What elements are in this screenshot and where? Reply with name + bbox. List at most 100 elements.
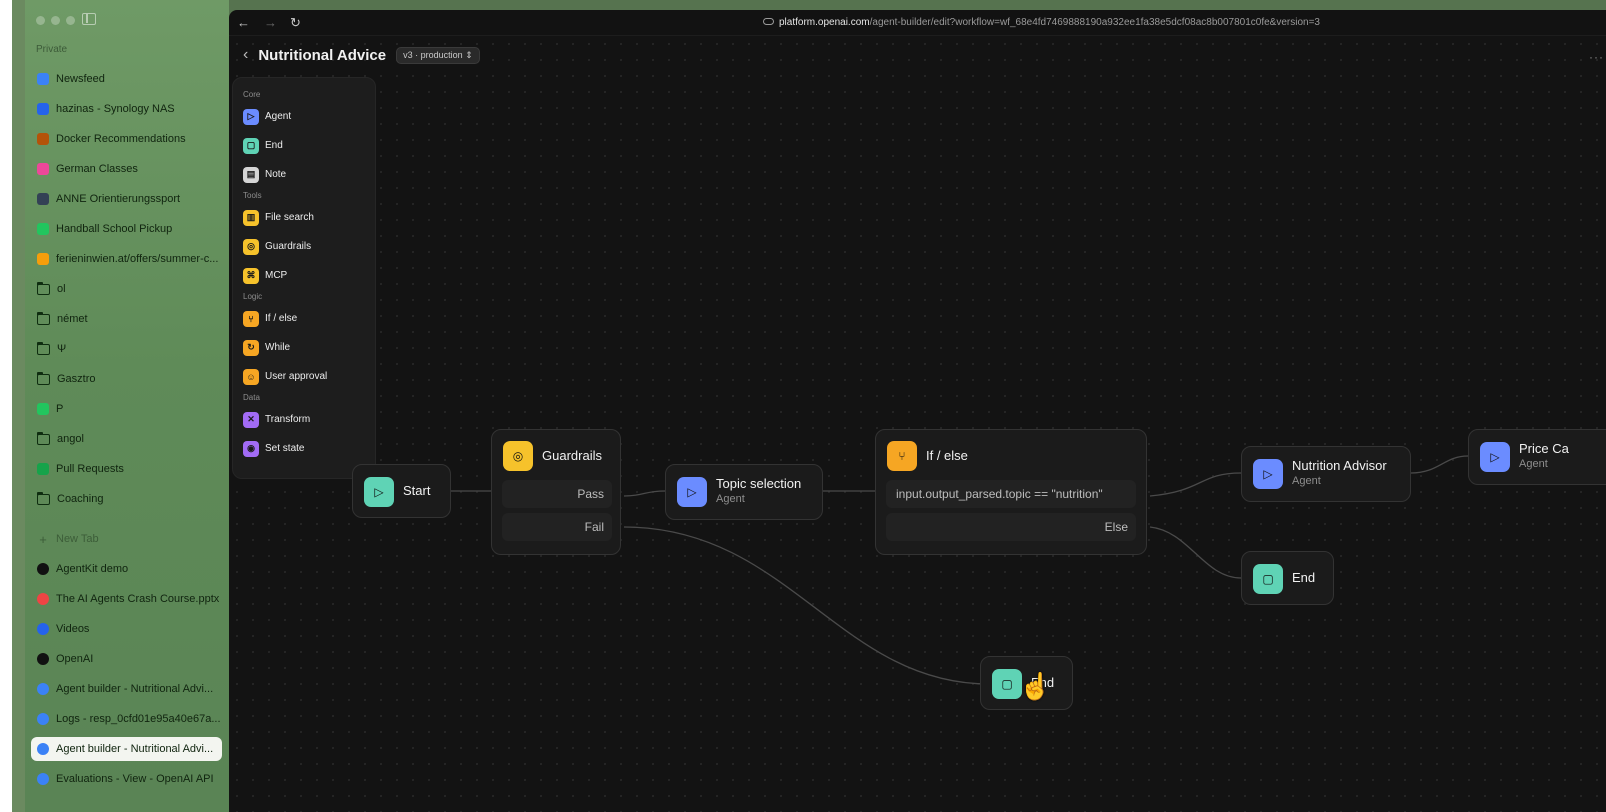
sidebar-tab[interactable]: Ψ [31,337,222,361]
if-else-node[interactable]: ⑂ If / else input.output_parsed.topic ==… [875,429,1147,555]
palette-item[interactable]: ◉ Set state [243,434,375,463]
while-icon: ↻ [243,339,259,356]
palette-item[interactable]: ✕ Transform [243,405,375,434]
nutrition-advisor-subtitle: Agent [1292,475,1321,487]
palette-item-label: MCP [265,270,288,281]
sidebar-tab[interactable]: hazinas - Synology NAS [31,97,222,121]
edge-else-end [1149,526,1242,579]
set-state-icon: ◉ [243,440,259,457]
sidebar-tab[interactable]: angol [31,427,222,451]
synology-icon [37,103,49,115]
zoom-window-button[interactable] [66,16,75,25]
section-label-private: Private [36,44,68,55]
sidebar-tab-label: Newsfeed [56,73,105,85]
if-condition-branch[interactable]: input.output_parsed.topic == "nutrition" [886,480,1136,508]
plus-icon: + [39,531,47,547]
sidebar-tab[interactable]: Newsfeed [31,67,222,91]
reload-icon[interactable]: ↻ [290,15,301,31]
sidebar-tab-label: ferieninwien.at/offers/summer-c... [56,253,219,265]
sidebar-tab[interactable]: ferieninwien.at/offers/summer-c... [31,247,222,271]
folder-icon [36,371,50,385]
url-path: /agent-builder/edit?workflow=wf_68e4fd74… [869,17,1320,28]
nutrition-advisor-node[interactable]: ▷ Nutrition Advisor Agent [1241,446,1411,502]
sidebar-tab[interactable]: Logs - resp_0cfd01e95a40e67a... [31,707,222,731]
palette-item[interactable]: ⌘ MCP [243,261,375,290]
videos-icon [37,623,49,635]
sidebar-tab[interactable]: Coaching [31,487,222,511]
topic-selection-node[interactable]: ▷ Topic selection Agent [665,464,823,520]
back-arrow-icon[interactable]: ← [237,15,250,30]
end-node-else-title: End [1292,570,1316,585]
if-else-title: If / else [926,448,968,463]
sidebar-tab-label: német [57,313,88,325]
palette-item-label: Note [265,169,287,180]
sidebar-tab[interactable]: ANNE Orientierungssport [31,187,222,211]
ferien-icon [37,253,49,265]
sidebar-tab-label: Evaluations - View - OpenAI API [56,773,214,785]
openai-icon [37,653,49,665]
palette-item[interactable]: ▥ File search [243,203,375,232]
sidebar-tab[interactable]: The AI Agents Crash Course.pptx [31,587,222,611]
start-node[interactable]: ▷ Start [352,464,451,518]
file-search-icon: ▥ [243,209,259,226]
folder-icon [36,491,50,505]
palette-group-label: Data [243,393,260,402]
palette-item[interactable]: ↻ While [243,333,375,362]
palette-item[interactable]: ◎ Guardrails [243,232,375,261]
workflow-canvas[interactable]: ‹ Nutritional Advice v3 · production ⇕ ·… [229,36,1606,812]
sidebar-tab[interactable]: Docker Recommendations [31,127,222,151]
sidebar-tab[interactable]: ol [31,277,222,301]
price-agent-node[interactable]: ▷ Price Ca Agent [1468,429,1606,485]
link-icon [763,18,774,25]
new-tab-button[interactable]: + New Tab [31,527,222,551]
sidebar-tab[interactable]: Gasztro [31,367,222,391]
sidebar-tab[interactable]: German Classes [31,157,222,181]
palette-item[interactable]: ⑂ If / else [243,304,375,333]
url-host: platform.openai.com [779,17,870,28]
transform-icon: ✕ [243,411,259,428]
guardrails-node[interactable]: ◎ Guardrails Pass Fail [491,429,621,555]
palette-item-label: If / else [265,313,298,324]
sidebar-tab[interactable]: Handball School Pickup [31,217,222,241]
else-branch[interactable]: Else [886,513,1136,541]
openai-platform-icon [37,773,49,785]
user-approval-icon: ☺ [243,368,259,385]
guardrails-icon: ◎ [243,238,259,255]
palette-item[interactable]: ▷ Agent [243,102,375,131]
guardrails-icon: ◎ [503,441,533,471]
german-classes-icon [37,163,49,175]
folder-icon [36,281,50,295]
end-node-else[interactable]: ▢ End [1241,551,1334,605]
sidebar-tab[interactable]: OpenAI [31,647,222,671]
guardrails-fail-branch[interactable]: Fail [502,513,612,541]
sidebar-tab[interactable]: Evaluations - View - OpenAI API [31,767,222,791]
pull-requests-icon [37,463,49,475]
minimize-window-button[interactable] [51,16,60,25]
forward-arrow-icon[interactable]: → [264,15,277,30]
palette-item-label: Set state [265,443,305,454]
sidebar-tab[interactable]: AgentKit demo [31,557,222,581]
palette-item[interactable]: ▢ End [243,131,375,160]
address-field[interactable]: platform.openai.com/agent-builder/edit?w… [763,17,1320,28]
sidebar-tab[interactable]: Videos [31,617,222,641]
sidebar-tab[interactable]: Pull Requests [31,457,222,481]
sidebar-tab-label: Videos [56,623,90,635]
sidebar-tab-label: Gasztro [57,373,96,385]
palette-item[interactable]: ☺ User approval [243,362,375,391]
sidebar-tab[interactable]: német [31,307,222,331]
end-icon: ▢ [992,669,1022,699]
palette-item-label: Guardrails [265,241,312,252]
browser-window: ← → ↻ platform.openai.com/agent-builder/… [229,10,1606,812]
sidebar-tab[interactable]: Agent builder - Nutritional Advi... [31,677,222,701]
palette-item[interactable]: ▤ Note [243,160,375,189]
sidebar-tab-active[interactable]: Agent builder - Nutritional Advi... [31,737,222,761]
window-gap [12,0,25,812]
guardrails-pass-branch[interactable]: Pass [502,480,612,508]
window-controls [36,16,75,25]
sidebar-tab[interactable]: P [31,397,222,421]
close-window-button[interactable] [36,16,45,25]
sidebar-toggle-icon[interactable] [82,13,96,25]
palette-group-label: Logic [243,292,263,301]
end-icon: ▢ [243,137,259,154]
else-label: Else [1104,520,1128,534]
